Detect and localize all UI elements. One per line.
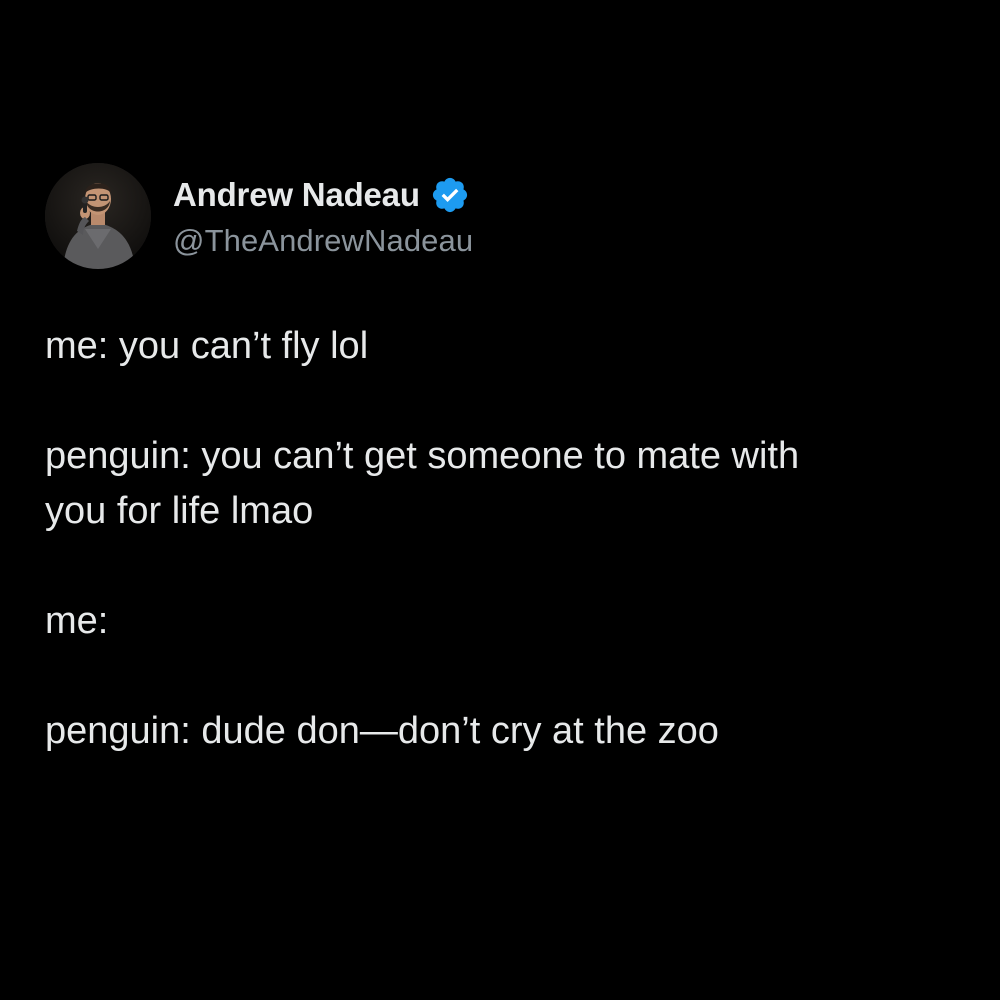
tweet-body: me: you can’t fly lol penguin: you can’t… bbox=[45, 319, 965, 759]
display-name[interactable]: Andrew Nadeau bbox=[173, 176, 420, 214]
tweet-text-line: me: bbox=[45, 600, 109, 642]
author-handle[interactable]: @TheAndrewNadeau bbox=[173, 223, 473, 259]
author-info: Andrew Nadeau @TheAndrewNadeau bbox=[173, 173, 473, 259]
tweet-paragraph: penguin: dude don—don’t cry at the zoo bbox=[45, 704, 965, 759]
verified-badge-icon bbox=[430, 175, 470, 215]
tweet-paragraph: penguin: you can’t get someone to mate w… bbox=[45, 429, 965, 539]
avatar[interactable] bbox=[45, 163, 151, 269]
tweet-paragraph: me: bbox=[45, 594, 965, 649]
tweet-text-line: penguin: you can’t get someone to mate w… bbox=[45, 435, 800, 477]
tweet-text-line: you for life lmao bbox=[45, 490, 314, 532]
tweet-text-line: penguin: dude don—don’t cry at the zoo bbox=[45, 710, 719, 752]
avatar-image bbox=[45, 163, 151, 269]
name-row: Andrew Nadeau bbox=[173, 173, 473, 217]
tweet-paragraph: me: you can’t fly lol bbox=[45, 319, 965, 374]
tweet-header: Andrew Nadeau @TheAndrewNadeau bbox=[45, 163, 965, 269]
tweet-text-line: me: you can’t fly lol bbox=[45, 325, 369, 367]
tweet-card: Andrew Nadeau @TheAndrewNadeau me: you c… bbox=[45, 163, 965, 759]
